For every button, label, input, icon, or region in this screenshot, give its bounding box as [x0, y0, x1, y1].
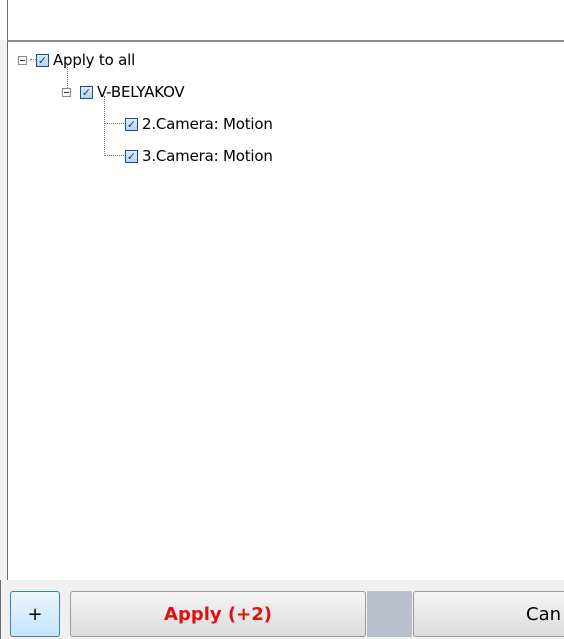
tree-node-computer[interactable]: ✓ V-BELYAKOV	[62, 82, 185, 102]
tree-node-apply-to-all[interactable]: ✓ Apply to all	[18, 50, 135, 70]
apply-button[interactable]: Apply (+2)	[70, 591, 366, 637]
button-gap	[367, 591, 412, 637]
tree-node-label: 2.Camera: Motion	[142, 115, 273, 133]
top-area	[0, 0, 564, 40]
button-bar: + Apply (+2) Can	[0, 580, 564, 639]
tree-node-label: 3.Camera: Motion	[142, 147, 273, 165]
checkbox-computer[interactable]: ✓	[80, 85, 93, 99]
tree-node-camera[interactable]: ✓ 3.Camera: Motion	[125, 146, 273, 166]
left-edge	[7, 0, 8, 40]
tree-node-label: V-BELYAKOV	[97, 83, 185, 101]
tree-node-camera[interactable]: ✓ 2.Camera: Motion	[125, 114, 273, 134]
cancel-button[interactable]: Can	[413, 591, 564, 637]
checkbox-camera[interactable]: ✓	[125, 149, 138, 163]
checkbox-apply-to-all[interactable]: ✓	[36, 53, 49, 67]
collapse-icon[interactable]	[62, 87, 71, 97]
tree-node-label: Apply to all	[53, 51, 136, 69]
tree-view[interactable]: ✓ Apply to all ✓ V-BELYAKOV ✓ 2.Camera: …	[7, 40, 564, 580]
tree-connector	[104, 123, 124, 124]
add-button[interactable]: +	[10, 591, 60, 637]
tree-connector	[104, 96, 105, 156]
tree-connector	[104, 155, 124, 156]
checkbox-camera[interactable]: ✓	[125, 117, 138, 131]
collapse-icon[interactable]	[18, 55, 27, 65]
